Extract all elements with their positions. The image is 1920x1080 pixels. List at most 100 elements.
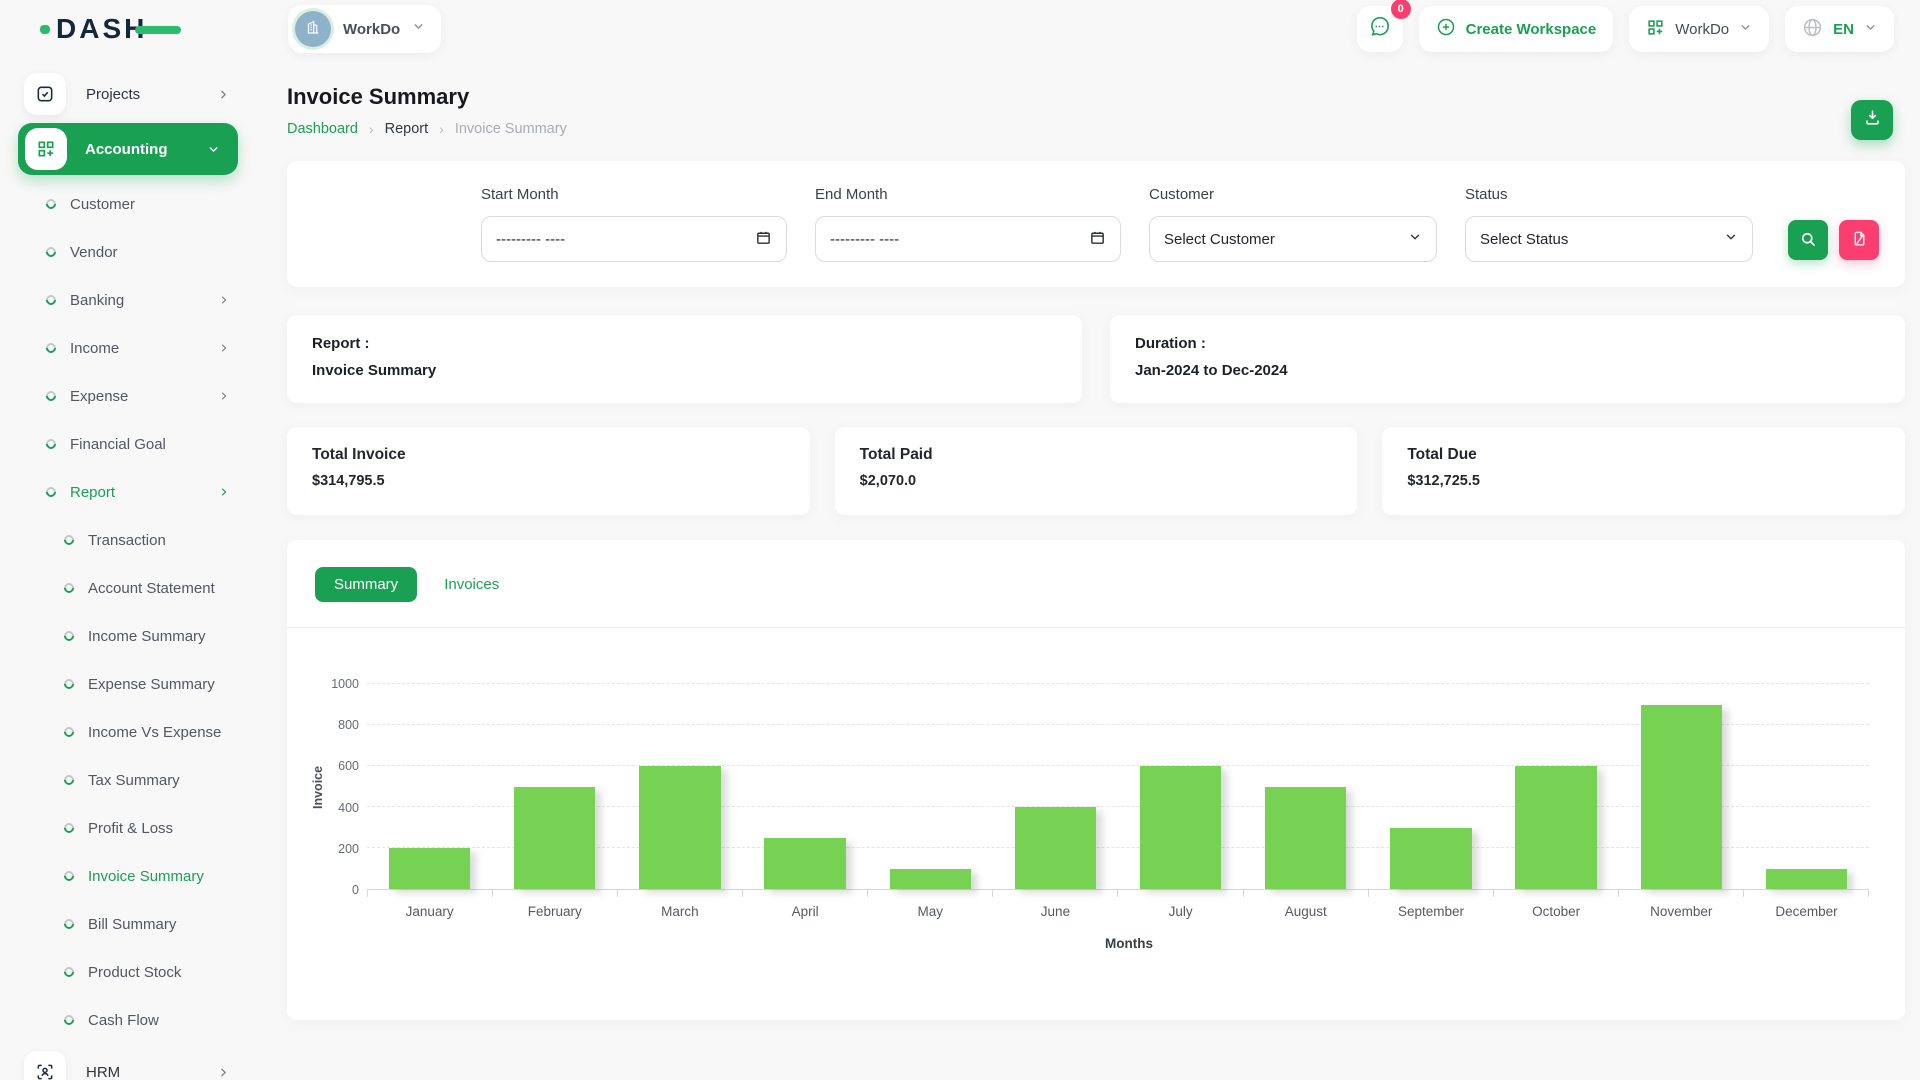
end-month-label: End Month xyxy=(815,186,1121,203)
x-tick-mark xyxy=(1117,890,1242,897)
sidebar-item-profit-loss[interactable]: Profit & Loss xyxy=(0,804,258,852)
create-workspace-label: Create Workspace xyxy=(1466,21,1597,38)
search-button[interactable] xyxy=(1788,220,1828,260)
workspace-selector[interactable]: WorkDo xyxy=(288,5,441,53)
create-workspace-button[interactable]: Create Workspace xyxy=(1419,6,1614,52)
customer-select[interactable]: Select Customer xyxy=(1149,216,1437,262)
sidebar: Projects Accounting C xyxy=(0,58,258,1080)
x-tick-label: March xyxy=(617,904,742,919)
invoice-bar[interactable] xyxy=(764,838,845,889)
x-tick-mark xyxy=(367,890,492,897)
sidebar-item-hrm[interactable]: HRM xyxy=(0,1048,258,1080)
bar-slot xyxy=(993,684,1118,889)
tab-invoices[interactable]: Invoices xyxy=(444,576,499,593)
x-tick-mark xyxy=(742,890,867,897)
sidebar-item-product-stock[interactable]: Product Stock xyxy=(0,948,258,996)
messages-button[interactable]: 0 xyxy=(1357,6,1403,52)
breadcrumb-current: Invoice Summary xyxy=(455,121,567,137)
bullet-icon xyxy=(62,821,76,835)
invoice-bar[interactable] xyxy=(1265,787,1346,890)
sidebar-item-accounting[interactable]: Accounting xyxy=(18,123,238,175)
x-tick-label: September xyxy=(1368,904,1493,919)
sidebar-item-banking[interactable]: Banking xyxy=(0,276,258,324)
sidebar-item-bill-summary[interactable]: Bill Summary xyxy=(0,900,258,948)
x-tick-label: November xyxy=(1619,904,1744,919)
language-selector[interactable]: EN xyxy=(1785,6,1894,52)
total-due-value: $312,725.5 xyxy=(1407,473,1880,489)
tab-summary[interactable]: Summary xyxy=(315,567,417,602)
app-menu-button[interactable]: WorkDo xyxy=(1629,6,1769,52)
sidebar-item-customer[interactable]: Customer xyxy=(0,180,258,228)
sidebar-item-label: Expense Summary xyxy=(88,676,215,693)
invoice-bar[interactable] xyxy=(389,848,470,889)
plus-circle-icon xyxy=(1436,17,1456,41)
bullet-icon xyxy=(44,245,58,259)
sidebar-item-label: Projects xyxy=(86,86,140,103)
breadcrumb-report[interactable]: Report xyxy=(385,121,429,137)
sidebar-item-income-vs-expense[interactable]: Income Vs Expense xyxy=(0,708,258,756)
chart-card: Summary Invoices Invoice 020040060080010… xyxy=(287,540,1905,1020)
customer-field: Customer Select Customer xyxy=(1149,186,1437,262)
bullet-icon xyxy=(62,869,76,883)
sidebar-item-label: Bill Summary xyxy=(88,916,176,933)
chart-x-ticks xyxy=(367,890,1869,897)
chart-tabs: Summary Invoices xyxy=(287,540,1905,602)
sidebar-item-transaction[interactable]: Transaction xyxy=(0,516,258,564)
invoice-bar[interactable] xyxy=(1140,766,1221,889)
x-tick-label: June xyxy=(993,904,1118,919)
invoice-bar[interactable] xyxy=(890,869,971,890)
x-tick-label: April xyxy=(743,904,868,919)
x-tick-label: May xyxy=(868,904,993,919)
download-button[interactable] xyxy=(1851,100,1893,140)
sidebar-item-account-statement[interactable]: Account Statement xyxy=(0,564,258,612)
invoice-bar[interactable] xyxy=(1641,705,1722,890)
bar-slot xyxy=(1368,684,1493,889)
sidebar-item-projects[interactable]: Projects xyxy=(0,70,258,118)
start-month-input[interactable]: --------- ---- xyxy=(481,216,787,262)
sidebar-item-expense-summary[interactable]: Expense Summary xyxy=(0,660,258,708)
sidebar-item-tax-summary[interactable]: Tax Summary xyxy=(0,756,258,804)
sidebar-item-income-summary[interactable]: Income Summary xyxy=(0,612,258,660)
bullet-icon xyxy=(62,965,76,979)
bullet-icon xyxy=(62,725,76,739)
sidebar-item-report[interactable]: Report xyxy=(0,468,258,516)
globe-icon xyxy=(1802,17,1823,42)
status-select[interactable]: Select Status xyxy=(1465,216,1753,262)
end-month-input[interactable]: --------- ---- xyxy=(815,216,1121,262)
invoice-bar[interactable] xyxy=(639,766,720,889)
total-paid-value: $2,070.0 xyxy=(860,473,1333,489)
x-tick-mark xyxy=(492,890,617,897)
chart-x-axis-title: Months xyxy=(353,936,1905,951)
bullet-icon xyxy=(62,917,76,931)
invoice-bar[interactable] xyxy=(514,787,595,890)
chevron-right-icon xyxy=(218,390,230,402)
invoice-bar[interactable] xyxy=(1766,869,1847,890)
chevron-right-icon xyxy=(218,342,230,354)
breadcrumb-dashboard[interactable]: Dashboard xyxy=(287,121,358,137)
sidebar-item-label: Account Statement xyxy=(88,580,215,597)
app-menu-label: WorkDo xyxy=(1675,21,1729,38)
sidebar-item-cash-flow[interactable]: Cash Flow xyxy=(0,996,258,1044)
total-invoice-card: Total Invoice $314,795.5 xyxy=(287,427,810,515)
chevron-right-icon xyxy=(217,88,230,101)
invoice-bar[interactable] xyxy=(1390,828,1471,890)
sidebar-item-label: Financial Goal xyxy=(70,436,166,453)
invoice-bar[interactable] xyxy=(1515,766,1596,889)
reset-button[interactable] xyxy=(1839,220,1879,260)
bar-slot xyxy=(868,684,993,889)
sidebar-item-income[interactable]: Income xyxy=(0,324,258,372)
y-tick-label: 0 xyxy=(352,883,359,897)
messages-badge: 0 xyxy=(1391,0,1411,19)
sidebar-item-expense[interactable]: Expense xyxy=(0,372,258,420)
sidebar-item-financial-goal[interactable]: Financial Goal xyxy=(0,420,258,468)
bar-slot xyxy=(1118,684,1243,889)
bar-slot xyxy=(617,684,742,889)
bullet-icon xyxy=(62,581,76,595)
chevron-right-icon xyxy=(217,1066,230,1079)
breadcrumb-separator: › xyxy=(369,121,374,137)
sidebar-item-invoice-summary[interactable]: Invoice Summary xyxy=(0,852,258,900)
chevron-down-icon xyxy=(412,20,425,38)
stats-row: Total Invoice $314,795.5 Total Paid $2,0… xyxy=(287,427,1905,515)
sidebar-item-vendor[interactable]: Vendor xyxy=(0,228,258,276)
invoice-bar[interactable] xyxy=(1015,807,1096,889)
